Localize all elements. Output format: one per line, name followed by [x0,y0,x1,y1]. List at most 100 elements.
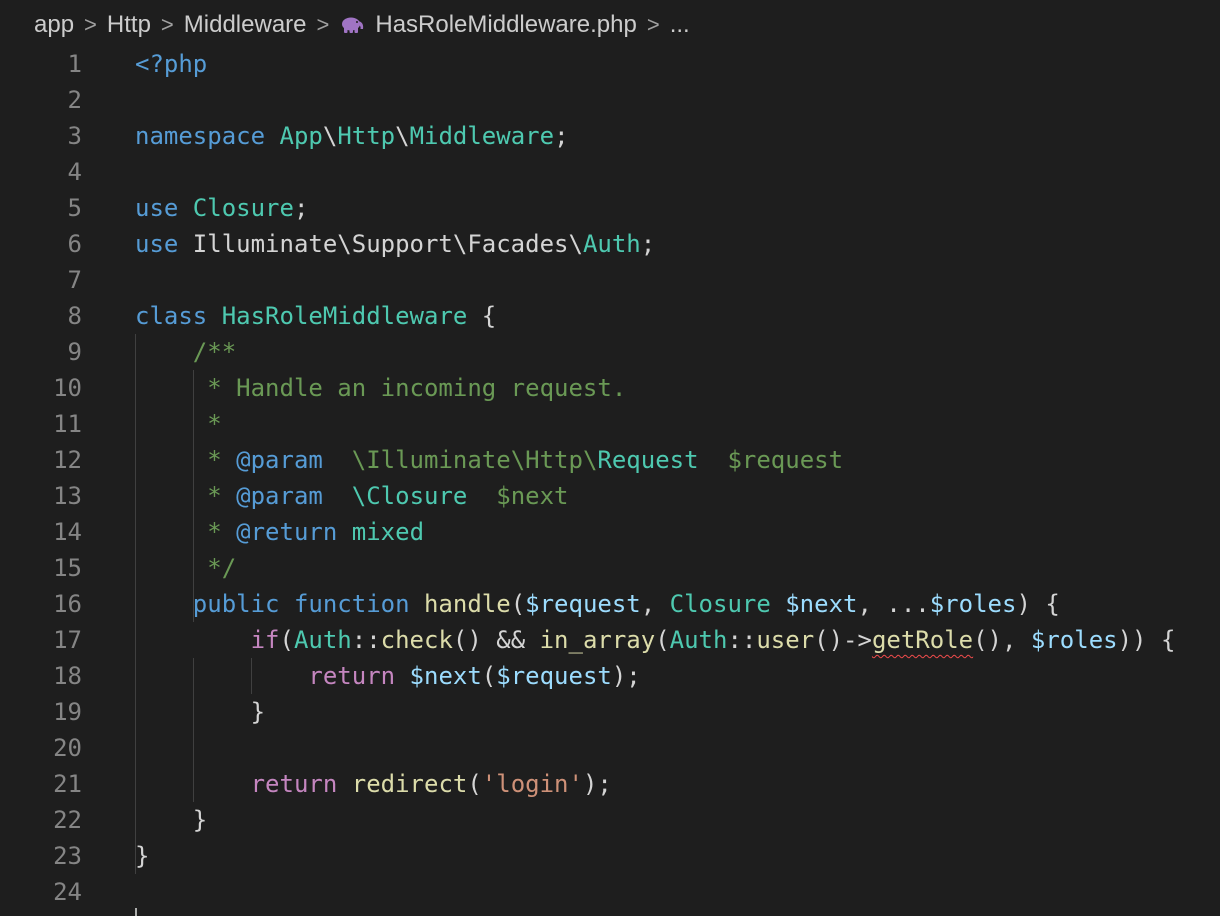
code-line[interactable]: 17 if(Auth::check() && in_array(Auth::us… [0,622,1220,658]
code-line[interactable]: 11 * [0,406,1220,442]
code-token: * [135,482,237,510]
code-token: check [380,626,453,654]
line-number: 11 [53,410,82,438]
code-token: HasRoleMiddleware [221,302,468,330]
line-number: 3 [67,122,82,150]
breadcrumb-item-symbol[interactable]: ... [670,11,690,39]
code-token: user [756,626,815,654]
code-token: )) { [1117,626,1176,654]
code-token: Auth [669,626,728,654]
breadcrumb-item-app[interactable]: app [34,11,74,39]
code-line[interactable]: 13 * @param \Closure $next [0,478,1220,514]
code-token: ( [279,626,294,654]
code-token: handle [423,590,511,618]
code-token: \Closure [351,482,468,510]
code-line[interactable]: 23} [0,838,1220,874]
code-token: /** [135,338,237,366]
code-line[interactable]: 1 <?php [0,46,1220,82]
code-token: class [135,302,222,330]
code-token: Request [597,446,699,474]
code-text: use Illuminate\Support\Facades\Auth; [135,226,655,262]
code-text: } [135,838,149,874]
code-text: namespace App\Http\Middleware; [135,118,569,154]
code-token: ); [582,770,612,798]
error-token: getRole [871,626,974,654]
code-token: $roles [1030,626,1118,654]
code-line[interactable]: 19 } [0,694,1220,730]
code-token: \Illuminate\Http\ [322,446,598,474]
code-token: mixed [351,518,425,546]
code-token: Closure [669,590,786,618]
breadcrumb-separator: > [84,12,97,37]
code-text: * [135,406,221,442]
line-number: 12 [53,446,82,474]
code-token: } [135,842,150,870]
code-token: use [135,230,193,258]
code-text: */ [135,550,236,586]
code-token: $next [467,482,569,510]
line-number: 1 [67,50,82,78]
breadcrumb-item-middleware[interactable]: Middleware [184,11,307,39]
code-text: * Handle an incoming request. [135,370,626,406]
code-token: 'login' [481,770,583,798]
code-token: ; [554,122,569,150]
line-number: 5 [67,194,82,222]
code-text: <?php [135,46,207,82]
code-line[interactable]: 20 [0,730,1220,766]
code-token: , [640,590,670,618]
code-token: Closure [192,194,294,222]
code-editor[interactable]: 1 <?php 2 3 namespace App\Http\Middleware; 4 5… [0,46,1220,916]
line-number: 23 [53,842,82,870]
code-line[interactable]: 4 [0,154,1220,190]
code-token: :: [727,626,757,654]
code-text: return $next($request); [135,658,640,694]
code-text: * @return mixed [135,514,424,550]
code-token: */ [135,554,237,582]
code-text: class HasRoleMiddleware { [135,298,496,334]
line-number: 2 [67,86,82,114]
code-line[interactable]: 24 [0,874,1220,910]
breadcrumb-item-file[interactable]: HasRoleMiddleware.php [375,11,636,39]
code-token: ; [293,194,309,222]
code-token: * [135,518,237,546]
code-line[interactable]: 10 * Handle an incoming request. [0,370,1220,406]
php-elephant-icon [339,16,365,34]
code-line[interactable]: 5 use Closure; [0,190,1220,226]
breadcrumb-item-http[interactable]: Http [107,11,151,39]
code-line[interactable]: 15 */ [0,550,1220,586]
code-token: } [135,806,208,834]
code-token: $next [409,662,482,690]
code-line[interactable]: 22 } [0,802,1220,838]
code-token: ()-> [814,626,872,654]
line-number: 21 [53,770,82,798]
code-line[interactable]: 21 return redirect('login'); [0,766,1220,802]
code-line[interactable]: 7 [0,262,1220,298]
code-token: if [250,626,280,654]
code-line[interactable]: 14 * @return mixed [0,514,1220,550]
code-line[interactable]: 2 [0,82,1220,118]
line-number: 6 [67,230,82,258]
code-text: if(Auth::check() && in_array(Auth::user(… [135,622,1176,658]
line-number: 17 [53,626,82,654]
breadcrumb-separator: > [160,12,174,37]
breadcrumb-separator: > [646,12,660,37]
code-line[interactable]: 8 class HasRoleMiddleware { [0,298,1220,334]
line-number: 20 [53,734,82,762]
code-token: public function [192,590,424,618]
code-line[interactable]: 16 public function handle($request, Clos… [0,586,1220,622]
code-line[interactable]: 6 use Illuminate\Support\Facades\Auth; [0,226,1220,262]
code-text: } [135,694,265,730]
code-line[interactable]: 9 /** [0,334,1220,370]
code-token: { [467,302,497,330]
code-token: namespace [135,122,280,150]
code-line[interactable]: 18 return $next($request); [0,658,1220,694]
code-token: , ... [857,590,930,618]
code-token: ( [655,626,670,654]
code-line[interactable]: 12 * @param \Illuminate\Http\Request $re… [0,442,1220,478]
code-line[interactable]: 3 namespace App\Http\Middleware; [0,118,1220,154]
code-token: \ [322,122,338,150]
